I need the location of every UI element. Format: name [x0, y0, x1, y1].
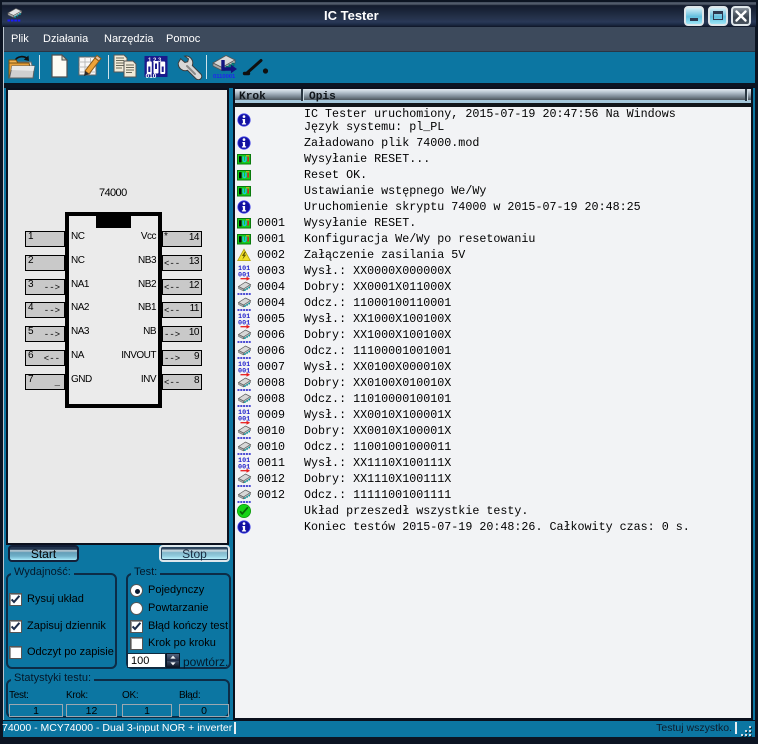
svg-text:0110001: 0110001	[213, 74, 236, 79]
svg-text:010: 010	[146, 73, 157, 79]
